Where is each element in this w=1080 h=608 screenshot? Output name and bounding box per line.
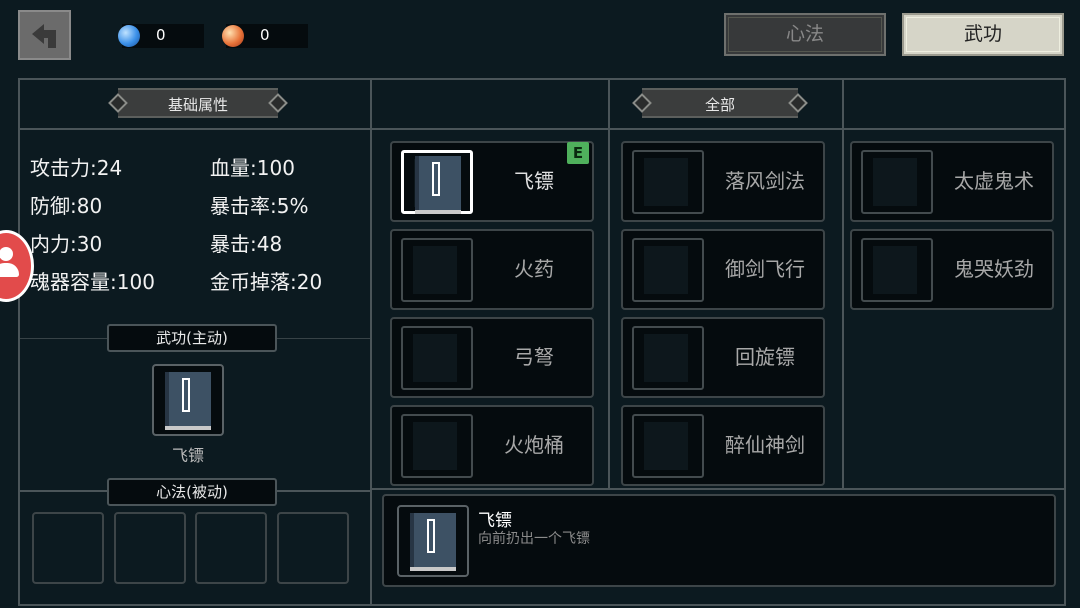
book-icon [410,513,456,571]
skill-card-feibiao[interactable]: 飞镖 [390,141,594,222]
currency-red: 0 [222,24,308,48]
stat-attack: 攻击力:24 [30,156,123,180]
tab-xinfa[interactable]: 心法 [724,13,886,56]
back-arrow-icon [32,24,56,48]
user-icon [0,263,19,277]
back-button[interactable] [18,10,71,60]
skill-name: 火炮桶 [504,433,564,457]
divider [372,488,1066,490]
skill-name: 太虚鬼术 [954,169,1034,193]
skill-card-guiku[interactable]: 鬼哭妖劲 [850,229,1054,310]
blue-gem-icon [118,25,140,47]
blue-currency-value: 0 [156,26,166,44]
stat-soul-capacity: 魂器容量:100 [30,270,155,294]
skill-name: 御剑飞行 [725,257,805,281]
stat-internal-power: 内力:30 [30,232,103,256]
skill-detail-panel: 飞镖 向前扔出一个飞镖 [382,494,1056,587]
equipped-skill-name: 飞镖 [171,446,204,465]
detail-icon-slot [397,505,469,577]
stat-crit: 暴击:48 [210,232,283,256]
skill-slot [632,326,704,390]
red-currency-value: 0 [260,26,270,44]
skill-card-yujian[interactable]: 御剑飞行 [621,229,825,310]
stats-header: 基础属性 [108,88,288,118]
red-gem-icon [222,25,244,47]
divider [842,78,844,488]
divider [18,128,1066,130]
skill-card-taixu[interactable]: 太虚鬼术 [850,141,1054,222]
passive-slot[interactable] [114,512,186,584]
skill-card-luofeng[interactable]: 落风剑法 [621,141,825,222]
skill-slot [861,238,933,302]
passive-slot[interactable] [277,512,349,584]
skill-slot [632,414,704,478]
book-icon [165,372,211,430]
currency-blue: 0 [118,24,204,48]
skill-slot [401,238,473,302]
skill-slot [632,150,704,214]
skill-name: 弓弩 [514,345,554,369]
passive-skill-label: 心法(被动) [107,478,277,506]
stat-gold-drop: 金币掉落:20 [210,270,323,294]
tab-wugong[interactable]: 武功 [902,13,1064,56]
skill-name: 落风剑法 [725,169,805,193]
passive-slot[interactable] [195,512,267,584]
active-skill-label: 武功(主动) [107,324,277,352]
filter-label: 全部 [704,96,735,114]
user-icon [0,247,13,261]
skill-slot [632,238,704,302]
skill-card-zuixian[interactable]: 醉仙神剑 [621,405,825,486]
skill-name: 醉仙神剑 [725,433,805,457]
skill-name: 回旋镖 [735,345,795,369]
skill-name: 火药 [514,257,554,281]
book-icon [415,156,461,214]
stat-hp: 血量:100 [210,156,295,180]
stats-title: 基础属性 [167,96,228,114]
equipped-badge: E [567,142,589,164]
detail-skill-description: 向前扔出一个飞镖 [478,531,590,547]
skill-card-huopaotong[interactable]: 火炮桶 [390,405,594,486]
stat-defense: 防御:80 [30,194,103,218]
skill-slot [401,326,473,390]
filter-dropdown[interactable]: 全部 [632,88,808,118]
divider [608,78,610,488]
skill-slot [861,150,933,214]
skill-slot [401,414,473,478]
skill-card-huixuanbiao[interactable]: 回旋镖 [621,317,825,398]
skill-card-huoyao[interactable]: 火药 [390,229,594,310]
passive-slot[interactable] [32,512,104,584]
divider [370,78,372,606]
stat-crit-rate: 暴击率:5% [210,194,309,218]
equipped-skill-slot[interactable] [152,364,224,436]
skill-name: 鬼哭妖劲 [954,257,1034,281]
skill-card-gongnu[interactable]: 弓弩 [390,317,594,398]
